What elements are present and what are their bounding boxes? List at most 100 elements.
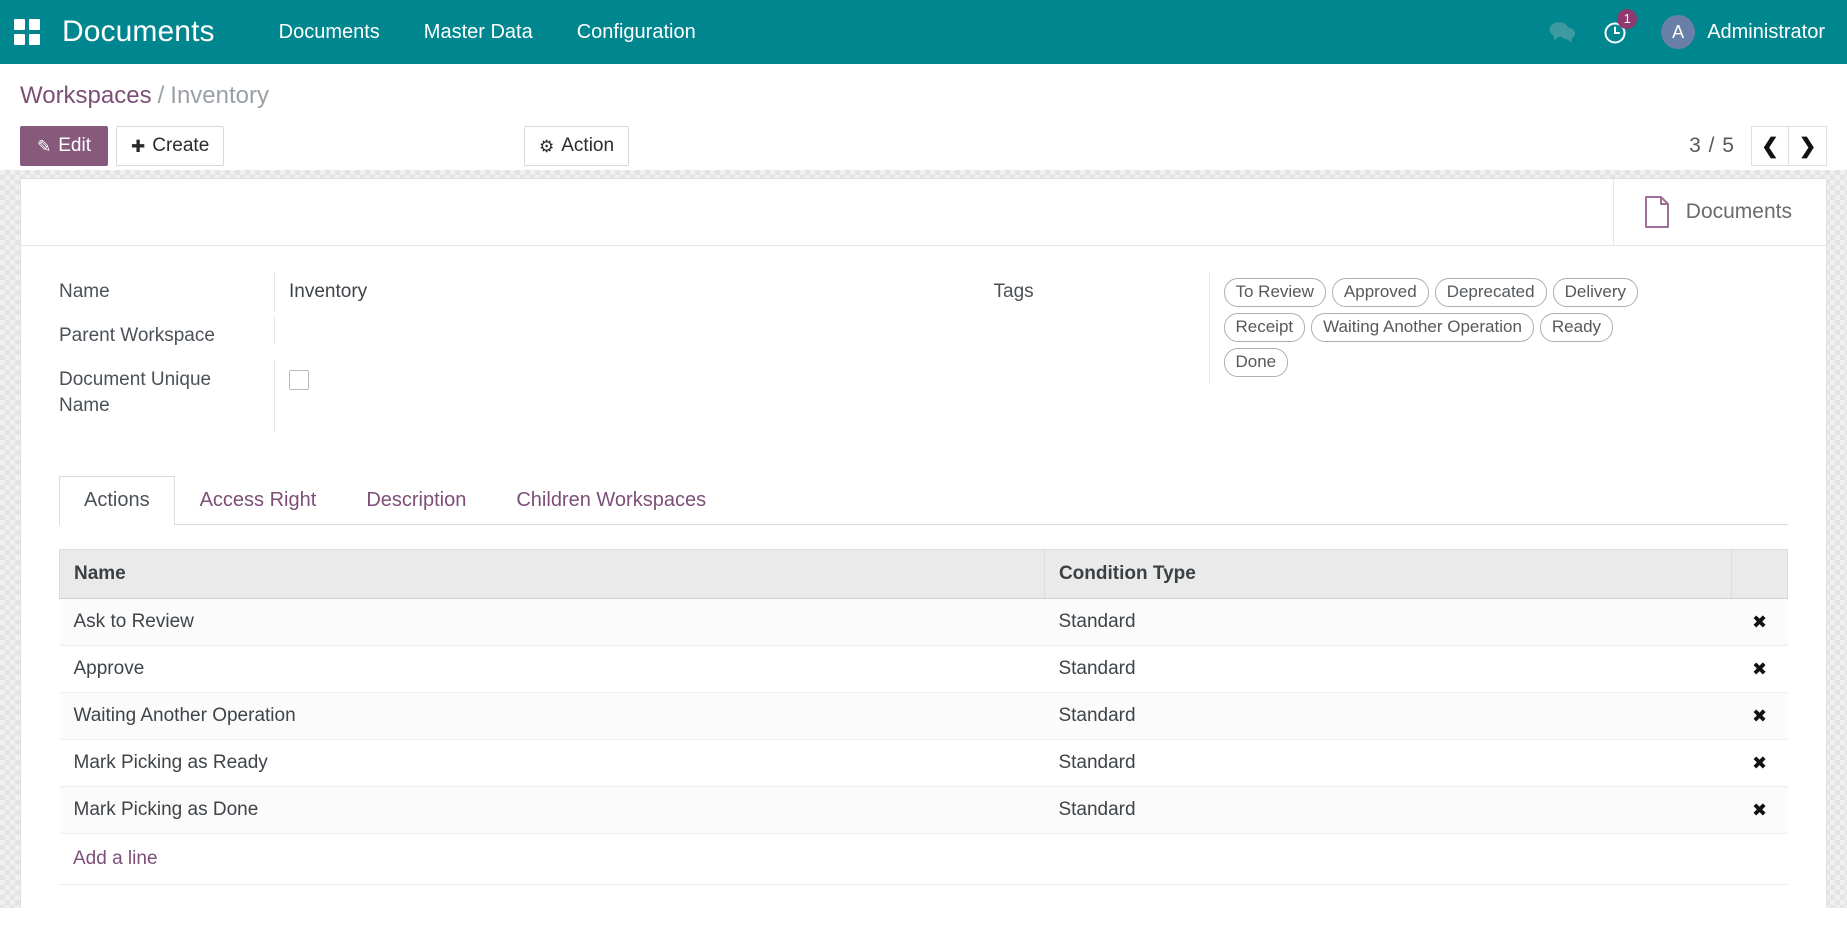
control-panel-buttons: ✎ Edit ✚ Create ⚙ Action 3 / 5 ❮ ❯	[20, 126, 1827, 170]
table-row[interactable]: Ask to Review Standard ✖	[60, 599, 1788, 646]
table-row[interactable]: Waiting Another Operation Standard ✖	[60, 693, 1788, 740]
activity-button[interactable]: 1	[1589, 0, 1643, 64]
cell-name[interactable]: Mark Picking as Done	[60, 787, 1045, 834]
stat-button-label: Documents	[1686, 200, 1792, 224]
field-name-label: Name	[59, 272, 274, 305]
cell-name[interactable]: Waiting Another Operation	[60, 693, 1045, 740]
tag-pill[interactable]: Delivery	[1553, 278, 1638, 307]
apps-grid-square	[14, 19, 25, 30]
actions-list-table: Name Condition Type Ask to Review Standa…	[59, 549, 1788, 834]
pager: 3 / 5 ❮ ❯	[1689, 126, 1827, 166]
table-header-row: Name Condition Type	[60, 550, 1788, 599]
tab-description[interactable]: Description	[341, 476, 491, 525]
tags-container: To Review Approved Deprecated Delivery R…	[1224, 278, 1664, 377]
menu-item-documents[interactable]: Documents	[257, 0, 402, 64]
form-column-left: Name Inventory Parent Workspace Document…	[59, 272, 924, 448]
breadcrumb-current: Inventory	[170, 82, 269, 109]
edit-button[interactable]: ✎ Edit	[20, 126, 108, 166]
cell-condition-type[interactable]: Standard	[1044, 599, 1731, 646]
field-name-value[interactable]: Inventory	[274, 272, 924, 312]
tag-pill[interactable]: Approved	[1332, 278, 1429, 307]
create-button[interactable]: ✚ Create	[116, 126, 224, 166]
user-menu[interactable]: A Administrator	[1661, 15, 1825, 49]
main-menu: Documents Master Data Configuration	[257, 0, 718, 64]
field-parent-workspace-value[interactable]	[274, 316, 924, 344]
breadcrumb-separator: /	[158, 82, 165, 109]
cell-condition-type[interactable]: Standard	[1044, 787, 1731, 834]
tab-actions[interactable]: Actions	[59, 476, 175, 525]
messages-button[interactable]	[1535, 0, 1589, 64]
pager-previous-button[interactable]: ❮	[1751, 126, 1789, 166]
cell-condition-type[interactable]: Standard	[1044, 646, 1731, 693]
field-document-unique-name-label: Document Unique Name	[59, 360, 274, 419]
cell-name[interactable]: Ask to Review	[60, 599, 1045, 646]
tag-pill[interactable]: Done	[1224, 348, 1289, 377]
table-row[interactable]: Mark Picking as Done Standard ✖	[60, 787, 1788, 834]
stat-button-box: Documents	[21, 179, 1826, 246]
field-name: Name Inventory	[59, 272, 924, 314]
gear-icon: ⚙	[539, 138, 554, 155]
menu-item-master-data[interactable]: Master Data	[402, 0, 555, 64]
form-sheet: Documents Name Inventory Parent Workspac…	[20, 178, 1827, 908]
plus-icon: ✚	[131, 138, 145, 155]
tag-pill[interactable]: Receipt	[1224, 313, 1306, 342]
field-document-unique-name-value	[274, 360, 924, 432]
tag-pill[interactable]: Waiting Another Operation	[1311, 313, 1534, 342]
field-tags-value[interactable]: To Review Approved Deprecated Delivery R…	[1209, 272, 1789, 384]
notebook: Actions Access Right Description Childre…	[59, 476, 1788, 885]
column-header-condition-type[interactable]: Condition Type	[1044, 550, 1731, 599]
cell-name[interactable]: Mark Picking as Ready	[60, 740, 1045, 787]
form-body: Name Inventory Parent Workspace Document…	[21, 246, 1826, 448]
apps-grid-square	[29, 34, 40, 45]
delete-row-icon[interactable]: ✖	[1732, 646, 1788, 693]
action-button-label: Action	[561, 135, 614, 157]
delete-row-icon[interactable]: ✖	[1732, 693, 1788, 740]
action-button[interactable]: ⚙ Action	[524, 126, 629, 166]
delete-row-icon[interactable]: ✖	[1732, 740, 1788, 787]
cell-condition-type[interactable]: Standard	[1044, 740, 1731, 787]
delete-row-icon[interactable]: ✖	[1732, 599, 1788, 646]
document-unique-name-checkbox[interactable]	[289, 370, 309, 390]
navbar-right-section: 1 A Administrator	[1535, 0, 1825, 64]
cell-condition-type[interactable]: Standard	[1044, 693, 1731, 740]
table-head: Name Condition Type	[60, 550, 1788, 599]
breadcrumb: Workspaces/Inventory	[20, 80, 1827, 112]
activity-counter-badge: 1	[1617, 9, 1637, 29]
field-document-unique-name: Document Unique Name	[59, 360, 924, 446]
menu-item-configuration[interactable]: Configuration	[555, 0, 718, 64]
edit-button-label: Edit	[58, 135, 91, 157]
form-column-right: Tags To Review Approved Deprecated Deliv…	[924, 272, 1789, 448]
tag-pill[interactable]: Deprecated	[1435, 278, 1547, 307]
breadcrumb-root-link[interactable]: Workspaces	[20, 82, 152, 109]
cell-name[interactable]: Approve	[60, 646, 1045, 693]
pager-next-button[interactable]: ❯	[1789, 126, 1827, 166]
column-header-name[interactable]: Name	[60, 550, 1045, 599]
app-brand-title[interactable]: Documents	[62, 15, 215, 49]
add-a-line-link[interactable]: Add a line	[59, 834, 1788, 885]
control-panel: Workspaces/Inventory ✎ Edit ✚ Create ⚙ A…	[0, 64, 1847, 170]
table-row[interactable]: Mark Picking as Ready Standard ✖	[60, 740, 1788, 787]
tab-children-workspaces[interactable]: Children Workspaces	[491, 476, 731, 525]
field-parent-workspace-label: Parent Workspace	[59, 316, 274, 349]
form-view-background: Documents Name Inventory Parent Workspac…	[0, 170, 1847, 908]
field-parent-workspace: Parent Workspace	[59, 316, 924, 358]
top-navbar: Documents Documents Master Data Configur…	[0, 0, 1847, 64]
pager-count[interactable]: 3 / 5	[1689, 134, 1735, 158]
tab-access-right[interactable]: Access Right	[175, 476, 342, 525]
delete-row-icon[interactable]: ✖	[1732, 787, 1788, 834]
avatar: A	[1661, 15, 1695, 49]
chat-bubbles-icon	[1548, 20, 1576, 44]
table-row[interactable]: Approve Standard ✖	[60, 646, 1788, 693]
notebook-tabs: Actions Access Right Description Childre…	[59, 476, 1788, 525]
pencil-icon: ✎	[37, 138, 51, 155]
stat-button-documents[interactable]: Documents	[1613, 179, 1826, 245]
tag-pill[interactable]: To Review	[1224, 278, 1326, 307]
field-tags-label: Tags	[994, 272, 1209, 305]
apps-grid-icon[interactable]	[10, 15, 44, 49]
tag-pill[interactable]: Ready	[1540, 313, 1613, 342]
user-name-label: Administrator	[1707, 21, 1825, 44]
file-document-icon	[1644, 196, 1670, 228]
form-columns: Name Inventory Parent Workspace Document…	[59, 272, 1788, 448]
apps-grid-square	[14, 34, 25, 45]
column-header-actions	[1732, 550, 1788, 599]
